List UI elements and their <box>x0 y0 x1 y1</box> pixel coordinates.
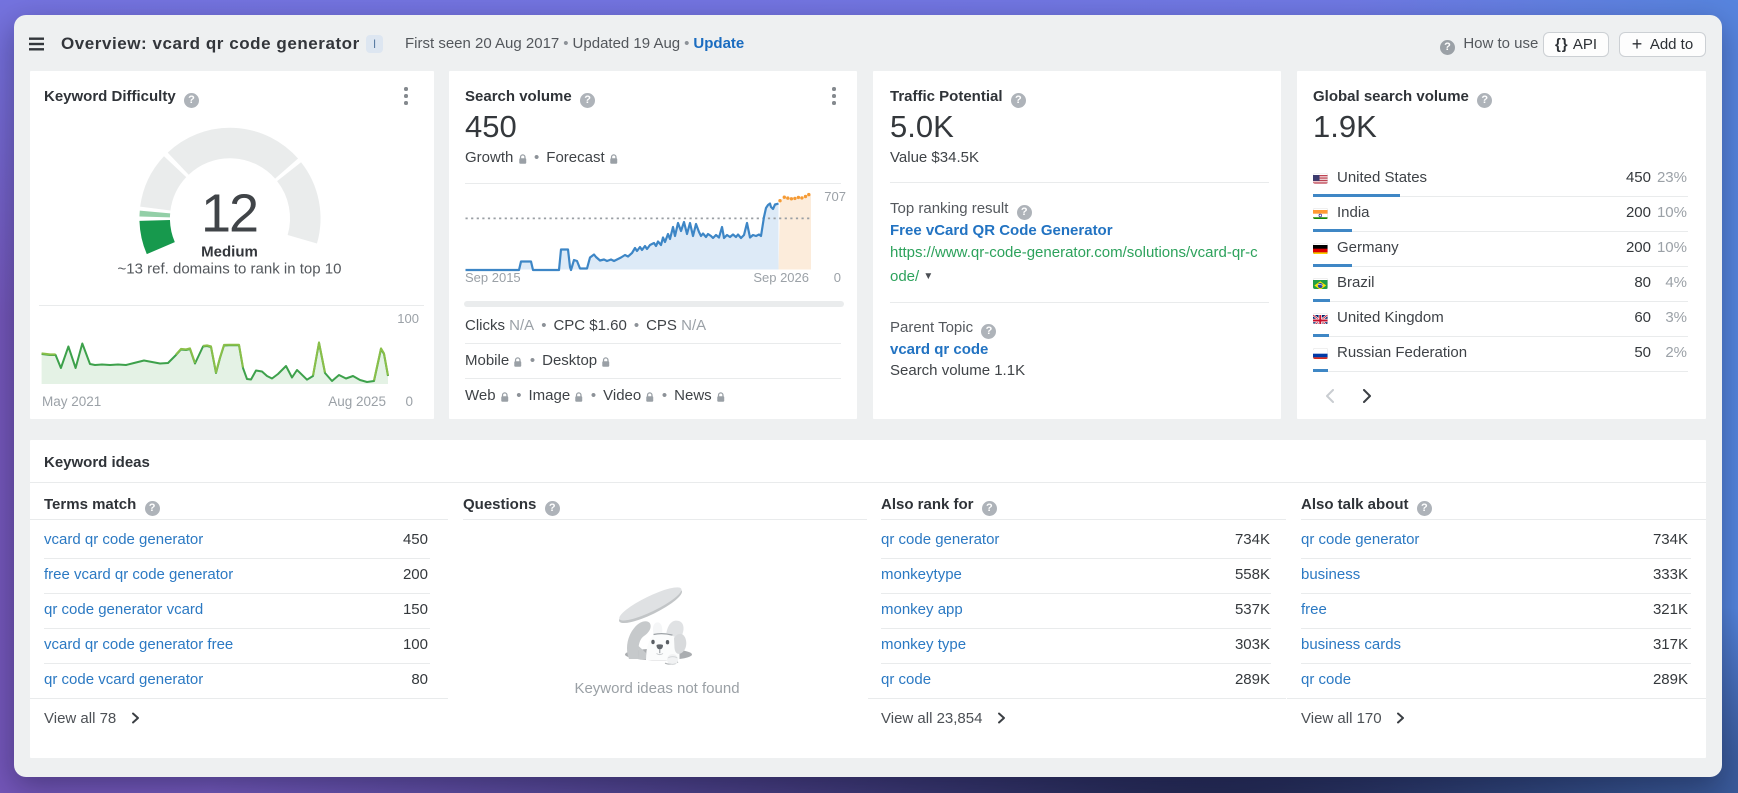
svg-text:Medium: Medium <box>201 244 258 261</box>
svg-text:12: 12 <box>201 184 257 244</box>
svg-text:~13 ref. domains to rank in to: ~13 ref. domains to rank in top 10 <box>118 261 342 278</box>
